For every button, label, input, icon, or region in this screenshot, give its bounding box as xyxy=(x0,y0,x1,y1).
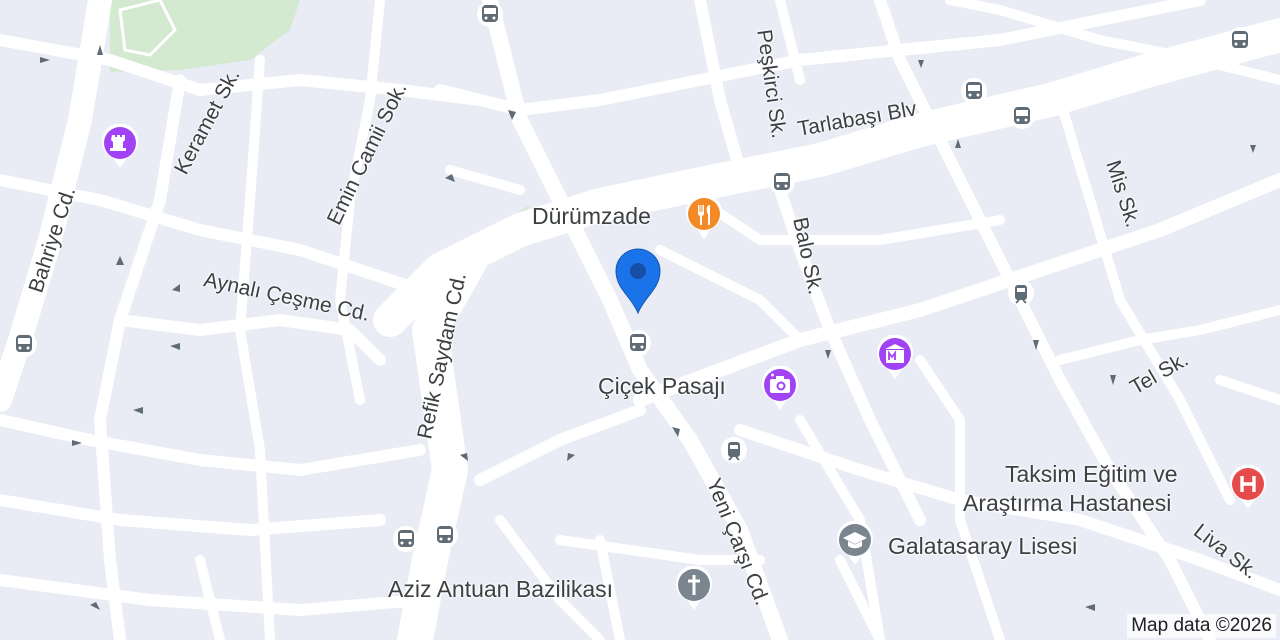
bus-stop-icon[interactable] xyxy=(1008,102,1036,130)
museum-icon[interactable] xyxy=(876,335,914,381)
map-canvas[interactable]: Tarlabaşı Blv Peşkirci Sk. Keramet Sk. E… xyxy=(0,0,1280,640)
poi-label-cicek-pasaji[interactable]: Çiçek Pasajı xyxy=(598,373,726,400)
poi-label-hospital-line2[interactable]: Araştırma Hastanesi xyxy=(963,490,1171,517)
hospital-icon[interactable] xyxy=(1229,465,1267,511)
bus-stop-icon[interactable] xyxy=(10,330,38,358)
fork-knife-icon[interactable] xyxy=(685,195,723,241)
poi-label-hospital-line1[interactable]: Taksim Eğitim ve xyxy=(1005,461,1178,488)
bus-stop-icon[interactable] xyxy=(1226,26,1254,54)
tram-stop-icon[interactable] xyxy=(1007,279,1035,307)
bus-stop-icon[interactable] xyxy=(960,77,988,105)
bus-stop-icon[interactable] xyxy=(431,521,459,549)
graduation-cap-icon[interactable] xyxy=(836,521,874,567)
tram-stop-icon[interactable] xyxy=(720,436,748,464)
poi-label-galatasaray[interactable]: Galatasaray Lisesi xyxy=(888,533,1077,560)
bus-stop-icon[interactable] xyxy=(768,168,796,196)
camera-icon[interactable] xyxy=(761,366,799,412)
poi-label-aziz-antuan[interactable]: Aziz Antuan Bazilikası xyxy=(388,576,613,603)
cross-icon[interactable] xyxy=(675,566,713,612)
bus-stop-icon[interactable] xyxy=(624,329,652,357)
bus-stop-icon[interactable] xyxy=(392,525,420,553)
map-attribution[interactable]: Map data ©2026 xyxy=(1127,614,1276,638)
road-network xyxy=(0,0,1280,640)
castle-icon[interactable] xyxy=(101,124,139,170)
bus-stop-icon[interactable] xyxy=(476,0,504,28)
poi-label-durumzade[interactable]: Dürümzade xyxy=(532,203,651,230)
location-pin-icon[interactable] xyxy=(610,245,666,317)
